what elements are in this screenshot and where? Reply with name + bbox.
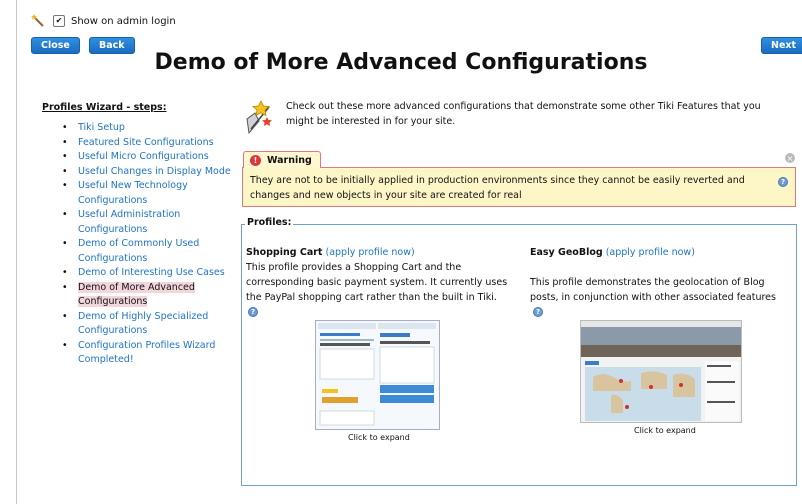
step-item-featured-site[interactable]: Featured Site Configurations — [62, 136, 232, 151]
help-icon[interactable]: ? — [778, 177, 788, 187]
apply-profile-link[interactable]: (apply profile now) — [326, 247, 415, 258]
profile-description: This profile demonstrates the geolocatio… — [530, 277, 776, 303]
step-item-highly-specialized[interactable]: Demo of Highly Specialized Configuration… — [62, 310, 232, 339]
profile-name: Shopping Cart — [246, 247, 323, 258]
step-item-interesting-use-cases[interactable]: Demo of Interesting Use Cases — [62, 266, 232, 281]
step-item-wizard-completed[interactable]: Configuration Profiles Wizard Completed! — [62, 339, 232, 368]
show-on-admin-login-checkbox[interactable]: ✔ — [53, 15, 65, 27]
easy-geoblog-thumbnail[interactable] — [580, 320, 742, 423]
profile-description: This profile provides a Shopping Cart an… — [246, 262, 508, 303]
help-icon[interactable]: ? — [248, 307, 258, 317]
warning-tab: ! Warning — [243, 151, 321, 168]
profile-easy-geoblog: Easy GeoBlog (apply profile now) — [530, 245, 790, 260]
step-item-more-advanced[interactable]: Demo of More Advanced Configurations — [62, 281, 232, 310]
steps-list: Tiki Setup Featured Site Configurations … — [62, 121, 232, 368]
warning-icon: ! — [250, 154, 261, 166]
step-item-commonly-used[interactable]: Demo of Commonly Used Configurations — [62, 237, 232, 266]
step-item-tiki-setup[interactable]: Tiki Setup — [62, 121, 232, 136]
help-icon[interactable]: ? — [533, 307, 543, 317]
shopping-cart-screenshot-image — [316, 321, 439, 429]
warning-text: They are not to be initially applied in … — [250, 175, 745, 201]
step-item-display-mode[interactable]: Useful Changes in Display Mode — [62, 165, 232, 180]
steps-heading: Profiles Wizard - steps: — [42, 102, 167, 113]
profiles-legend: Profiles: — [245, 217, 294, 228]
step-item-new-technology[interactable]: Useful New Technology Configurations — [62, 179, 232, 208]
step-item-micro-configurations[interactable]: Useful Micro Configurations — [62, 150, 232, 165]
shopping-cart-thumbnail[interactable] — [315, 320, 440, 430]
admin-login-toggle: ✔ Show on admin login — [31, 14, 176, 28]
intro-text: Check out these more advanced configurat… — [286, 101, 761, 127]
show-on-admin-login-label: Show on admin login — [71, 15, 176, 27]
geoblog-screenshot-image — [581, 321, 741, 422]
warning-title: Warning — [267, 154, 312, 166]
wizard-wand-icon — [31, 14, 44, 27]
page-title: Demo of More Advanced Configurations — [154, 50, 648, 75]
apply-profile-link[interactable]: (apply profile now) — [606, 247, 695, 258]
step-item-administration[interactable]: Useful Administration Configurations — [62, 208, 232, 237]
shopping-cart-caption: Click to expand — [348, 433, 410, 442]
geoblog-caption: Click to expand — [634, 426, 696, 435]
advanced-star-icon — [246, 100, 272, 135]
profile-shopping-cart: Shopping Cart (apply profile now) — [246, 245, 516, 260]
close-warning-icon[interactable]: × — [785, 153, 795, 163]
profile-name: Easy GeoBlog — [530, 247, 603, 258]
